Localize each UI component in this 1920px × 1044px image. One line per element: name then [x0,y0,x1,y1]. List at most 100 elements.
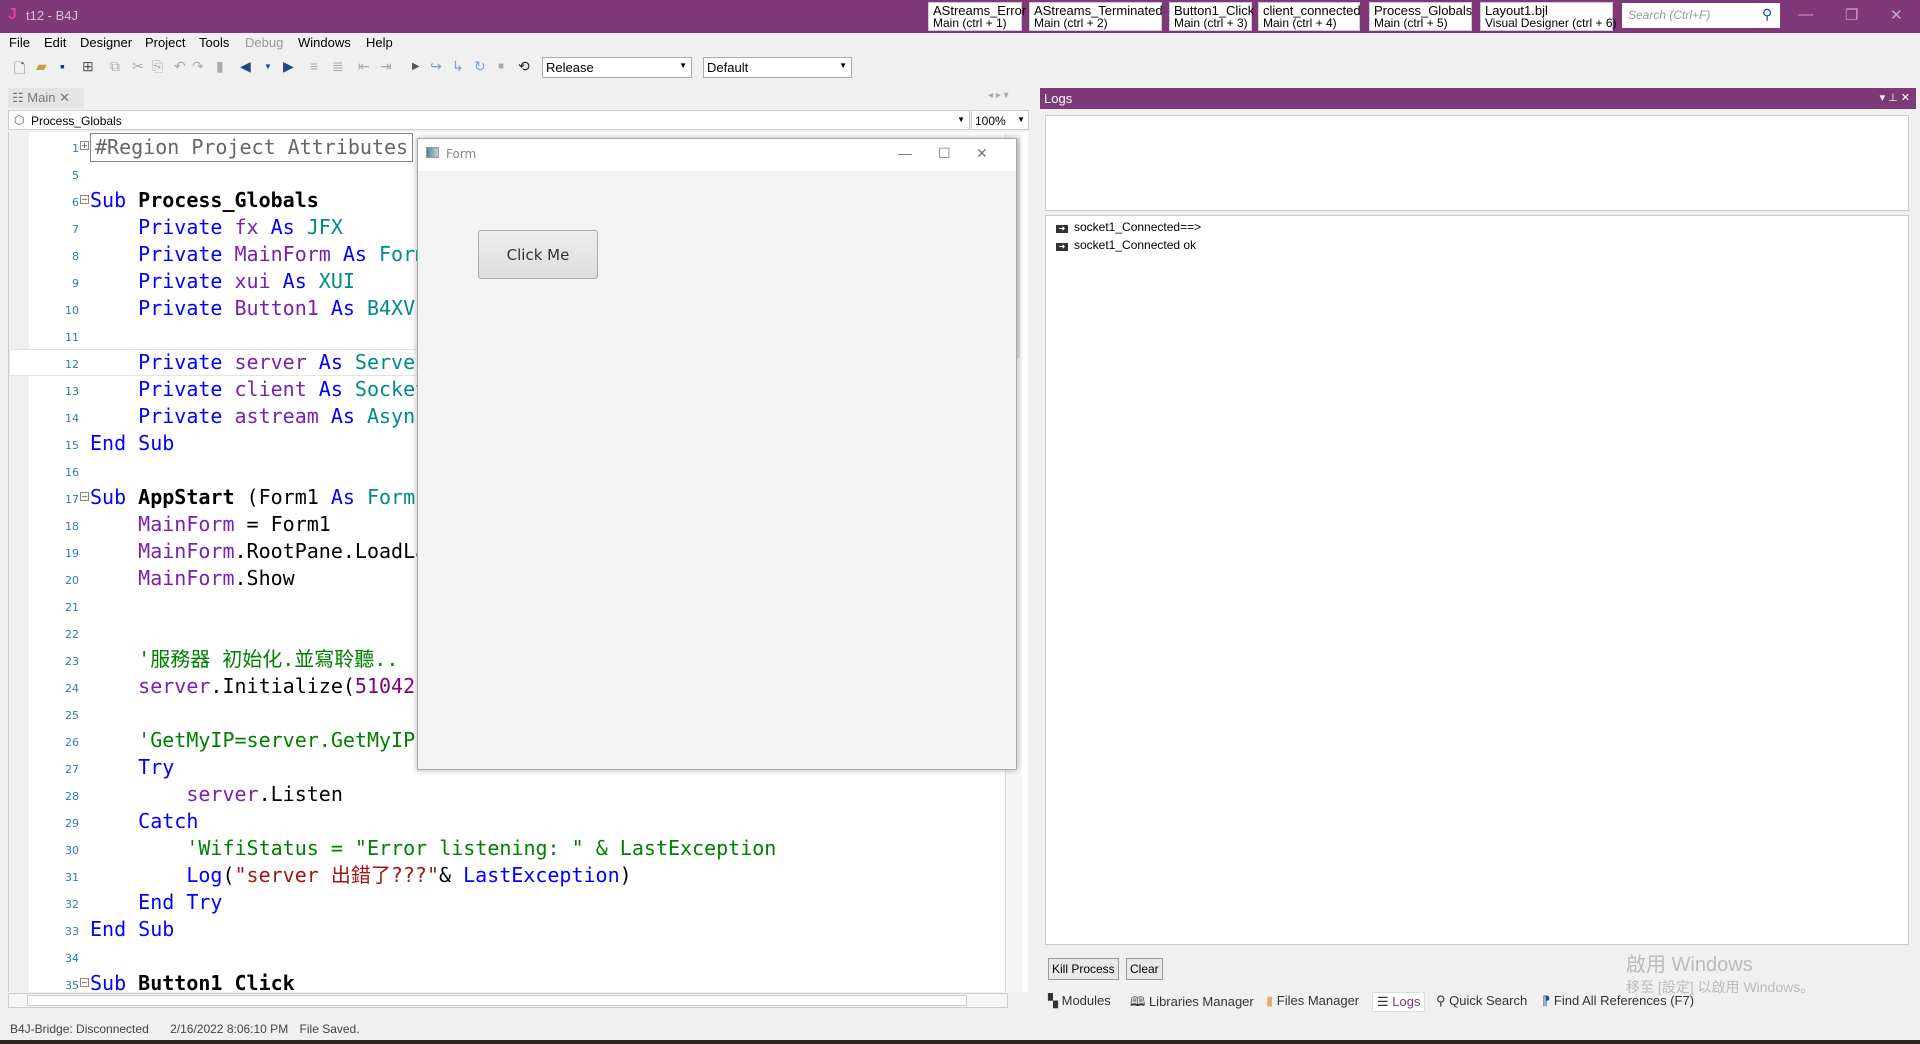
menu-designer[interactable]: Designer [80,35,132,50]
panel-controls-icon[interactable]: ▾ ⊥ ✕ [1880,91,1910,104]
menu-help[interactable]: Help [366,35,393,50]
kill-process-button[interactable]: Kill Process [1048,958,1119,980]
quick-tab-shortcut: Main (ctrl + 2) [1034,16,1108,30]
step-in-icon[interactable]: ↳ [452,58,464,75]
collapse-icon[interactable]: − [80,978,89,987]
sub-icon: ⬡ [14,113,25,127]
step-over-icon[interactable]: ↪ [430,58,442,75]
navigate-back-icon[interactable]: ◀ [240,58,251,75]
save-all-icon[interactable]: ⊞ [82,58,94,75]
outdent-icon[interactable]: ⇤ [358,58,370,75]
collapse-icon[interactable]: − [80,195,89,204]
menu-tools[interactable]: Tools [199,35,229,50]
maximize-icon[interactable]: ☐ [938,145,951,162]
undo-icon[interactable]: ↶ [174,58,186,75]
paste-icon[interactable]: ⎘ [152,58,163,75]
code-line[interactable]: 29 Catch [9,808,1009,835]
save-icon[interactable]: ▪ [60,58,65,74]
code-line[interactable]: 31 Log("server 出錯了???"& LastException) [9,862,1009,889]
horizontal-scrollbar[interactable] [8,993,1008,1008]
quick-tab-client-connected[interactable]: client_connected Main (ctrl + 4) [1258,2,1361,31]
menu-project[interactable]: Project [145,35,185,50]
quick-tab-process-globals[interactable]: Process_Globals Main (ctrl + 5) [1369,2,1472,31]
code-line[interactable]: 30 'WifiStatus = "Error listening: " & L… [9,835,1009,862]
sub-selector-value: Process_Globals [31,114,122,128]
menu-debug[interactable]: Debug [245,35,283,50]
uncomment-icon[interactable]: ≣ [332,58,344,75]
quick-tab-astreams-error[interactable]: AStreams_Error Main (ctrl + 1) [928,2,1026,31]
chevron-down-icon[interactable]: ▼ [264,62,272,71]
code-token: As [318,350,355,374]
step-out-icon[interactable]: ↻ [474,58,486,75]
comment-icon[interactable]: ≡ [310,58,318,74]
code-text: MainForm = Form1 [90,511,331,538]
menu-windows[interactable]: Windows [298,35,351,50]
target-select[interactable]: Default ▼ [703,57,852,78]
code-line[interactable]: 28 server.Listen [9,781,1009,808]
click-me-button[interactable]: Click Me [478,230,598,279]
menu-file[interactable]: File [9,35,30,50]
code-line[interactable]: 33 End Sub [9,916,1009,943]
restore-icon[interactable]: ❐ [1845,6,1858,24]
code-token: End Sub [90,917,175,941]
log-entry: ➜ socket1_Connected ok [1056,238,1196,252]
form-title-bar: Form — ☐ ✕ [418,139,1016,171]
collapse-icon[interactable]: − [80,492,89,501]
quick-tab-layout1[interactable]: Layout1.bjl Visual Designer (ctrl + 6) [1480,2,1617,31]
quick-tab-shortcut: Main (ctrl + 3) [1174,16,1248,30]
close-tab-icon[interactable]: ✕ [55,90,70,105]
menu-edit[interactable]: Edit [44,35,66,50]
menu-bar: File Edit Designer Project Tools Debug W… [0,33,1920,53]
navigate-forward-icon[interactable]: ▶ [283,58,294,75]
redo-icon[interactable]: ↷ [192,58,204,75]
line-number: 24 [65,682,79,695]
minimize-icon[interactable]: — [1798,6,1813,23]
tab-files-manager[interactable]: ▮ Files Manager [1262,992,1363,1012]
taskbar [0,1040,1920,1044]
search-input[interactable]: Search (Ctrl+F) [1622,3,1780,28]
indent-icon[interactable]: ⇥ [380,58,392,75]
tab-quick-search[interactable]: ⚲ Quick Search [1432,992,1531,1012]
zoom-select[interactable]: 100% ▼ [971,110,1029,130]
code-token: As [330,404,367,428]
stop-icon[interactable]: ■ [498,61,504,72]
cut-icon[interactable]: ✂ [132,58,144,75]
code-line[interactable]: 34 [9,943,1009,970]
sub-selector[interactable]: ⬡ Process_Globals ▼ [8,110,970,130]
tab-label: Quick Search [1449,993,1528,1008]
tab-find-all-references[interactable]: ⁋ Find All References (F7) [1538,992,1698,1012]
close-icon[interactable]: ✕ [976,145,988,162]
tab-modules[interactable]: ▚ Modules [1044,992,1115,1012]
run-icon[interactable]: ▶ [412,61,420,72]
close-icon[interactable]: ✕ [1890,6,1903,24]
scroll-thumb[interactable] [27,995,967,1006]
code-line[interactable]: 35− Sub Button1_Click [9,970,1009,992]
tab-scroll-icon[interactable]: ◂ ▸ ▾ [988,90,1009,101]
log-filter-area[interactable] [1045,115,1909,211]
line-number: 15 [65,439,79,452]
line-number: 26 [65,736,79,749]
restart-icon[interactable]: ⟲ [518,58,530,75]
clear-button[interactable]: Clear [1126,958,1163,980]
tab-logs[interactable]: ☰ Logs [1372,992,1426,1012]
code-token: Button1_Click [138,971,295,992]
new-file-icon[interactable]: 🗋 [14,58,25,82]
code-token: 'GetMyIP=server.GetMyIP [138,728,416,752]
code-token: Sub [90,971,139,992]
copy-icon[interactable]: ⧉ [110,58,120,75]
minimize-icon[interactable]: — [898,145,912,161]
bookmark-icon[interactable]: ▮ [216,58,224,75]
tab-main[interactable]: ☷ Main ✕ [8,88,84,108]
line-number: 6 [72,196,79,209]
code-token: As [342,242,379,266]
tab-libraries-manager[interactable]: 🕮 Libraries Manager [1126,992,1258,1012]
code-line[interactable]: 32 End Try [9,889,1009,916]
open-folder-icon[interactable]: ▰ [36,58,47,75]
logs-title: Logs [1044,91,1073,106]
build-config-select[interactable]: Release ▼ [542,57,692,78]
expand-icon[interactable]: + [80,141,89,150]
quick-tab-button1-click[interactable]: Button1_Click Main (ctrl + 3) [1169,2,1254,31]
quick-tab-astreams-terminated[interactable]: AStreams_Terminated Main (ctrl + 2) [1029,2,1163,31]
